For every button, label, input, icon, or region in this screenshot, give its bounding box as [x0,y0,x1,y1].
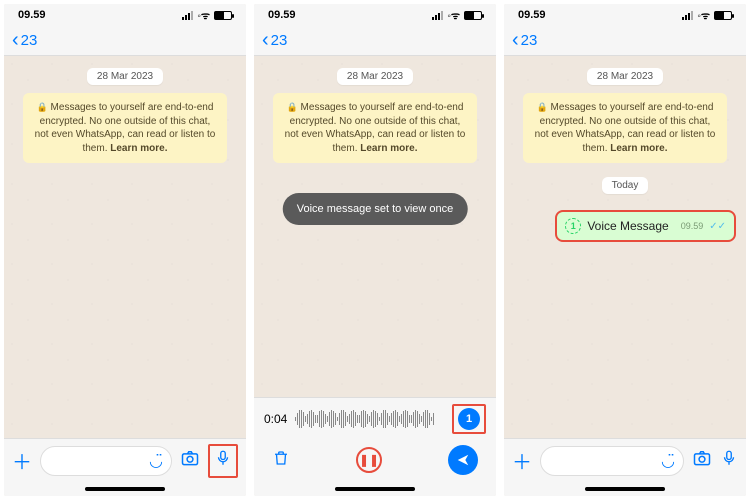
signal-icon [432,11,443,20]
status-time: 09.59 [518,9,546,21]
home-indicator [254,482,496,496]
back-chevron-icon[interactable]: ‹ [262,29,269,52]
send-button[interactable] [448,445,478,475]
attach-button[interactable]: ＋ [512,446,532,475]
home-indicator [504,482,746,496]
encryption-notice[interactable]: 🔒 Messages to yourself are end-to-end en… [523,93,727,163]
camera-button[interactable] [180,448,200,474]
learn-more-link[interactable]: Learn more. [610,143,667,154]
lock-icon: 🔒 [37,102,48,112]
date-pill: 28 Mar 2023 [337,68,413,85]
phone-screen-2: 09.59 ◦ᯤ ‹ 23 28 Mar 2023 🔒 Messages to … [254,4,496,496]
wifi-icon: ◦ᯤ [447,8,460,22]
recording-actions: ❚❚ [254,438,496,482]
wifi-icon: ◦ᯤ [697,8,710,22]
back-label[interactable]: 23 [21,32,38,49]
signal-icon [182,11,193,20]
back-label[interactable]: 23 [271,32,288,49]
input-bar: ＋ ◡̈ [504,438,746,482]
nav-bar: ‹ 23 [4,26,246,56]
sticker-icon[interactable]: ◡̈ [661,451,675,471]
nav-bar: ‹ 23 [254,26,496,56]
attach-button[interactable]: ＋ [12,446,32,475]
status-bar: 09.59 ◦ᯤ [504,4,746,26]
nav-bar: ‹ 23 [504,26,746,56]
home-indicator [4,482,246,496]
message-input[interactable]: ◡̈ [540,446,684,476]
recording-time: 0:04 [264,412,287,426]
camera-button[interactable] [692,448,712,474]
status-time: 09.59 [18,9,46,21]
highlight-mic [208,444,238,478]
view-once-button[interactable]: 1 [458,408,480,430]
battery-icon [464,11,482,20]
chat-area: 28 Mar 2023 🔒 Messages to yourself are e… [504,56,746,438]
pause-recording-button[interactable]: ❚❚ [356,447,382,473]
date-pill: 28 Mar 2023 [587,68,663,85]
highlight-viewonce: 1 [452,404,486,434]
recording-bar: 0:04 1 [254,397,496,438]
lock-icon: 🔒 [287,102,298,112]
wifi-icon: ◦ᯤ [197,8,210,22]
signal-icon [682,11,693,20]
voice-message-time: 09.59 [681,221,704,231]
back-label[interactable]: 23 [521,32,538,49]
battery-icon [214,11,232,20]
delete-recording-button[interactable] [272,448,290,473]
phone-screen-3: 09.59 ◦ᯤ ‹ 23 28 Mar 2023 🔒 Messages to … [504,4,746,496]
learn-more-link[interactable]: Learn more. [110,143,167,154]
learn-more-link[interactable]: Learn more. [360,143,417,154]
date-pill: 28 Mar 2023 [87,68,163,85]
view-once-icon: 1 [565,218,581,234]
chat-area: 28 Mar 2023 🔒 Messages to yourself are e… [254,56,496,397]
today-pill: Today [602,177,649,194]
back-chevron-icon[interactable]: ‹ [12,29,19,52]
status-icons: ◦ᯤ [432,8,482,22]
voice-message-label: Voice Message [587,219,668,233]
view-once-toast: Voice message set to view once [283,193,468,225]
mic-button[interactable] [214,451,232,473]
status-bar: 09.59 ◦ᯤ [4,4,246,26]
status-bar: 09.59 ◦ᯤ [254,4,496,26]
encryption-notice[interactable]: 🔒 Messages to yourself are end-to-end en… [23,93,227,163]
chat-area: 28 Mar 2023 🔒 Messages to yourself are e… [4,56,246,438]
voice-message-row: 1 Voice Message 09.59 ✓✓ [555,210,736,242]
message-input[interactable]: ◡̈ [40,446,172,476]
mic-button[interactable] [720,448,738,474]
voice-message-bubble[interactable]: 1 Voice Message 09.59 ✓✓ [555,210,736,242]
status-icons: ◦ᯤ [682,8,732,22]
read-ticks-icon: ✓✓ [709,221,726,232]
back-chevron-icon[interactable]: ‹ [512,29,519,52]
status-icons: ◦ᯤ [182,8,232,22]
battery-icon [714,11,732,20]
status-time: 09.59 [268,9,296,21]
lock-icon: 🔒 [537,102,548,112]
waveform[interactable] [295,409,444,429]
input-bar: ＋ ◡̈ [4,438,246,482]
encryption-notice[interactable]: 🔒 Messages to yourself are end-to-end en… [273,93,477,163]
sticker-icon[interactable]: ◡̈ [149,451,163,471]
phone-screen-1: 09.59 ◦ᯤ ‹ 23 28 Mar 2023 🔒 Messages to … [4,4,246,496]
